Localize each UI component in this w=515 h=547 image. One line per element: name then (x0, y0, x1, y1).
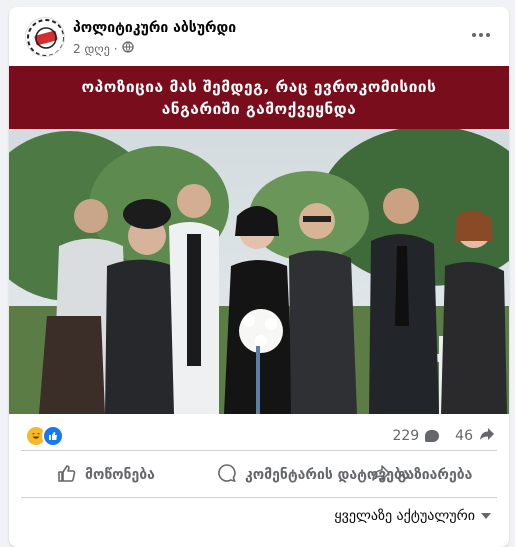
sort-label: ყველაზე აქტუალური (334, 508, 475, 524)
comments-count[interactable]: 229 (392, 428, 419, 444)
post-time[interactable]: 2 დღე (73, 42, 110, 56)
action-bar: მოწონება კომენტარის დატოვება გაზიარება (21, 455, 497, 495)
chevron-down-icon (481, 513, 491, 519)
reaction-icons[interactable] (25, 425, 64, 447)
post-card: პოლიტიკური აბსურდი 2 დღე · ოპოზიცია მას … (9, 7, 509, 547)
page-avatar[interactable] (25, 17, 65, 57)
comment-bubble-icon (425, 430, 440, 442)
comment-icon (217, 463, 237, 487)
divider (21, 450, 497, 451)
post-meta: 2 დღე · (73, 41, 134, 56)
more-icon (472, 33, 476, 37)
share-arrow-icon (479, 427, 495, 445)
post-header: პოლიტიკური აბსურდი 2 დღე · (9, 7, 509, 67)
share-icon (371, 465, 390, 485)
reactions-bar: 229 46 (9, 419, 509, 449)
banner-line-1: ოპოზიცია მას შემდეგ, რაც ევროკომისიის (81, 77, 437, 96)
thumbs-up-icon (57, 463, 77, 487)
like-icon (42, 425, 64, 447)
banner-line-2: ანგარიში გამოქვეყნდა (161, 99, 357, 118)
like-button[interactable]: მოწონება (21, 455, 197, 495)
comment-sort-dropdown[interactable]: ყველაზე აქტუალური (334, 508, 491, 524)
like-label: მოწონება (85, 467, 155, 483)
share-label: გაზიარება (397, 467, 473, 483)
page-name[interactable]: პოლიტიკური აბსურდი (73, 20, 236, 36)
image-caption-banner: ოპოზიცია მას შემდეგ, რაც ევროკომისიის ან… (9, 66, 509, 129)
shares-count[interactable]: 46 (455, 428, 473, 444)
divider (21, 497, 497, 498)
engagement-counts: 229 46 (392, 427, 495, 445)
separator-dot: · (113, 41, 118, 56)
post-image[interactable]: ოპოზიცია მას შემდეგ, რაც ევროკომისიის ან… (9, 66, 509, 414)
more-options-button[interactable] (467, 23, 495, 47)
globe-icon (121, 41, 134, 56)
share-button[interactable]: გაზიარება (371, 455, 492, 495)
